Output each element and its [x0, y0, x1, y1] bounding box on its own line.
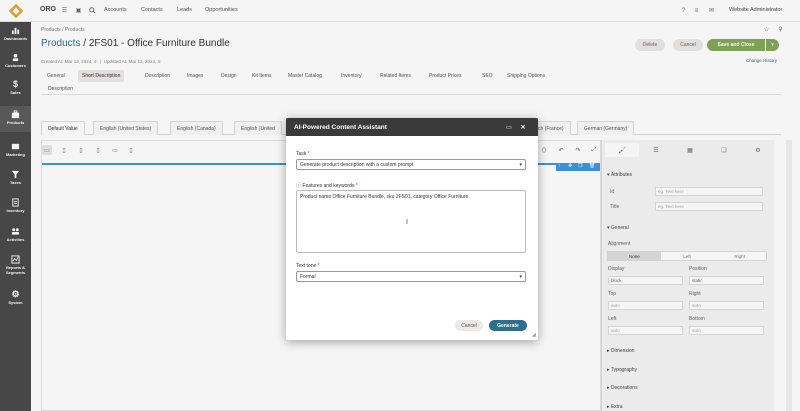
cancel-button[interactable]: Cancel — [455, 320, 483, 331]
features-value: Product name Office Furniture Bundle, sk… — [300, 194, 469, 200]
label-text: Text tone — [296, 263, 317, 269]
tone-label: Text tone * — [296, 263, 320, 269]
chevron-down-icon: ▾ — [519, 274, 522, 280]
generate-button[interactable]: Generate — [489, 320, 527, 331]
features-textarea[interactable]: Product name Office Furniture Bundle, sk… — [296, 190, 526, 253]
required-mark: * — [355, 183, 358, 189]
label-text: Features and keywords — [302, 183, 355, 189]
text-cursor-icon: I — [406, 219, 408, 226]
task-label: Task * — [296, 151, 310, 157]
maximize-icon[interactable]: ▭ — [505, 123, 513, 131]
task-value: Generate product description with a cust… — [300, 161, 414, 168]
task-select[interactable]: Generate product description with a cust… — [296, 159, 526, 170]
features-label: ⓘ Features and keywords * — [296, 182, 358, 189]
label-text: Task — [296, 151, 307, 157]
tone-select[interactable]: Formal ▾ — [296, 271, 526, 282]
required-mark: * — [307, 151, 310, 157]
ai-assistant-dialog: AI-Powered Content Assistant ▭ ✕ Task * … — [286, 118, 538, 340]
required-mark: * — [317, 263, 320, 269]
tone-value: Formal — [300, 273, 316, 280]
info-icon: ⓘ — [296, 183, 302, 189]
resize-handle-icon[interactable]: ◢ — [532, 332, 536, 338]
dialog-header: AI-Powered Content Assistant — [286, 118, 538, 136]
dialog-title: AI-Powered Content Assistant — [294, 123, 387, 131]
close-icon[interactable]: ✕ — [519, 123, 527, 131]
chevron-down-icon: ▾ — [519, 162, 522, 168]
